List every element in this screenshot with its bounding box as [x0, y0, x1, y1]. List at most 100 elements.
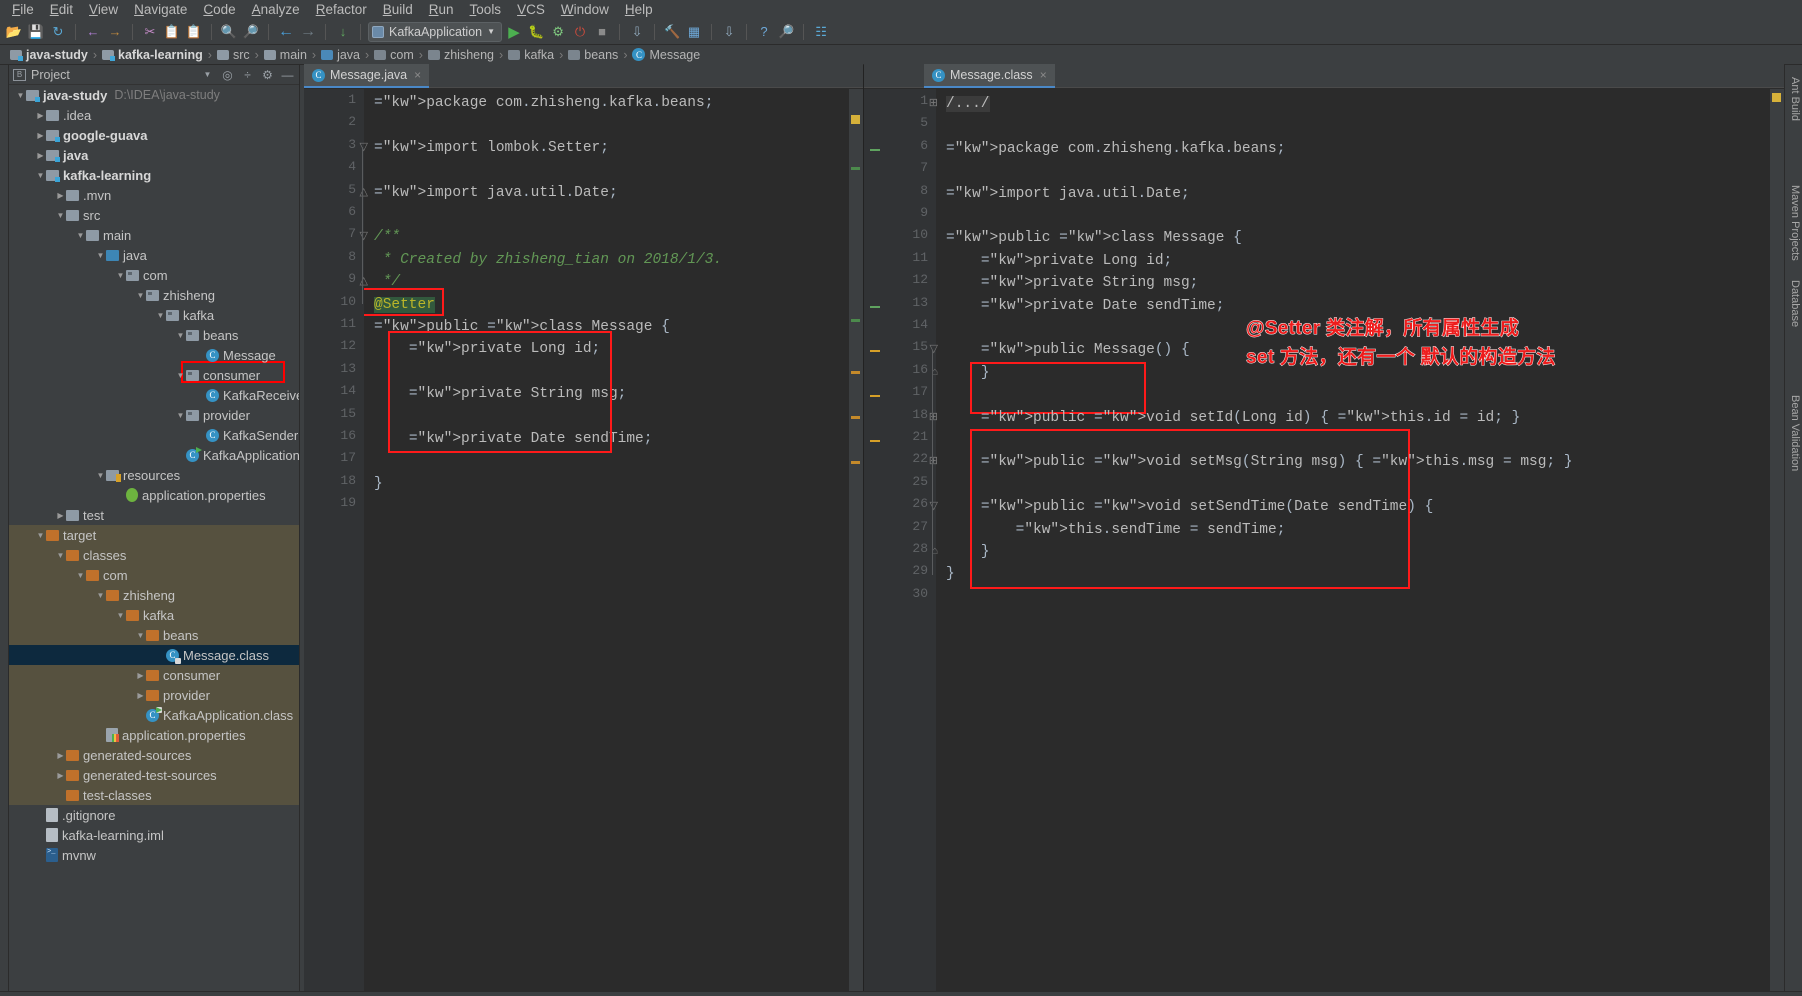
- status-bar[interactable]: Message Message › setSendTime() 54tianzh…: [0, 991, 1802, 996]
- editor-message-class[interactable]: C Message.class × 1567891011121314151617…: [864, 65, 1784, 991]
- breadcrumb-item-beans[interactable]: beans: [564, 48, 622, 62]
- stop-red-icon[interactable]: ⏻: [570, 22, 590, 42]
- chevron-down-icon[interactable]: ▼: [175, 411, 186, 420]
- code-area-right[interactable]: 1567891011121314151617182122252627282930…: [864, 89, 1784, 991]
- tree-item-beans[interactable]: ▼beans: [9, 625, 299, 645]
- tree-item-zhisheng[interactable]: ▼zhisheng: [9, 285, 299, 305]
- settings-icon[interactable]: 🔨: [662, 22, 682, 42]
- close-icon[interactable]: ×: [1040, 68, 1047, 82]
- code-line[interactable]: ="kw">public Message() {: [946, 339, 1190, 361]
- code-line[interactable]: ="kw">public ="kw">void setSendTime(Date…: [946, 496, 1433, 518]
- tree-item-resources[interactable]: ▼resources: [9, 465, 299, 485]
- tree-item--gitignore[interactable]: .gitignore: [9, 805, 299, 825]
- tree-item-kafkaapplication[interactable]: CKafkaApplication: [9, 445, 299, 465]
- breadcrumb-item-com[interactable]: com: [370, 48, 418, 62]
- breadcrumb-item-src[interactable]: src: [213, 48, 254, 62]
- chevron-down-icon[interactable]: ▼: [75, 231, 86, 240]
- left-tool-strip[interactable]: [0, 65, 9, 991]
- back-icon[interactable]: ←: [276, 22, 296, 42]
- menu-item-vcs[interactable]: VCS: [509, 1, 553, 18]
- tool-tab-ant-build[interactable]: Ant Build: [1789, 77, 1801, 121]
- debug-icon[interactable]: 🐛: [526, 22, 546, 42]
- code-line[interactable]: ="kw">package com.zhisheng.kafka.beans;: [374, 92, 713, 114]
- chevron-down-icon[interactable]: ▼: [487, 27, 495, 36]
- locate-icon[interactable]: ◎: [220, 67, 235, 82]
- tool-tab-maven-projects[interactable]: Maven Projects: [1789, 185, 1801, 261]
- tool-tab-database[interactable]: Database: [1789, 280, 1801, 327]
- breadcrumb-item-zhisheng[interactable]: zhisheng: [424, 48, 498, 62]
- copy-icon[interactable]: 📋: [162, 22, 182, 42]
- chevron-right-icon[interactable]: ▶: [35, 151, 46, 160]
- run-icon[interactable]: ▶: [504, 22, 524, 42]
- help-icon[interactable]: ?: [754, 22, 774, 42]
- chevron-down-icon[interactable]: ▼: [95, 251, 106, 260]
- code-line[interactable]: ="kw">private String msg;: [374, 383, 626, 405]
- breadcrumb-item-kafka[interactable]: kafka: [504, 48, 558, 62]
- tree-item--mvn[interactable]: ▶.mvn: [9, 185, 299, 205]
- tree-item-zhisheng[interactable]: ▼zhisheng: [9, 585, 299, 605]
- tree-item-src[interactable]: ▼src: [9, 205, 299, 225]
- tree-item-kafka-learning-iml[interactable]: kafka-learning.iml: [9, 825, 299, 845]
- breadcrumb-item-java-study[interactable]: java-study: [6, 48, 92, 62]
- marker-bar-left[interactable]: [849, 89, 863, 991]
- hide-icon[interactable]: —: [280, 67, 295, 82]
- tree-item--idea[interactable]: ▶.idea: [9, 105, 299, 125]
- tree-item-consumer[interactable]: ▼consumer: [9, 365, 299, 385]
- main-toolbar[interactable]: 📂 💾 ↻ ← → ✂ 📋 📋 🔍 🔎 ← → ↓ KafkaApplicati…: [0, 19, 1802, 45]
- chevron-right-icon[interactable]: ▶: [55, 751, 66, 760]
- code-line[interactable]: ="kw">private Date sendTime;: [946, 295, 1224, 317]
- run-configuration-selector[interactable]: KafkaApplication ▼: [368, 22, 502, 42]
- tree-item-main[interactable]: ▼main: [9, 225, 299, 245]
- tree-item-kafka[interactable]: ▼kafka: [9, 305, 299, 325]
- menu-item-analyze[interactable]: Analyze: [244, 1, 308, 18]
- code-line[interactable]: @Setter: [374, 294, 435, 316]
- chevron-right-icon[interactable]: ▶: [135, 691, 146, 700]
- code-line[interactable]: */: [374, 271, 400, 293]
- tree-item-google-guava[interactable]: ▶google-guava: [9, 125, 299, 145]
- chevron-down-icon[interactable]: ▼: [15, 91, 26, 100]
- tree-item-kafka[interactable]: ▼kafka: [9, 605, 299, 625]
- tree-item-classes[interactable]: ▼classes: [9, 545, 299, 565]
- chevron-down-icon[interactable]: ▼: [135, 291, 146, 300]
- chevron-down-icon[interactable]: ▼: [115, 271, 126, 280]
- paste-icon[interactable]: 📋: [184, 22, 204, 42]
- chevron-right-icon[interactable]: ▶: [55, 771, 66, 780]
- menu-item-code[interactable]: Code: [195, 1, 243, 18]
- tree-item-java[interactable]: ▼java: [9, 245, 299, 265]
- tree-item-generated-test-sources[interactable]: ▶generated-test-sources: [9, 765, 299, 785]
- tree-item-kafkaapplication-class[interactable]: CKafkaApplication.class: [9, 705, 299, 725]
- structure-icon[interactable]: ▦: [684, 22, 704, 42]
- chevron-right-icon[interactable]: ▶: [55, 191, 66, 200]
- tree-item-kafkasender[interactable]: CKafkaSender: [9, 425, 299, 445]
- menu-item-navigate[interactable]: Navigate: [126, 1, 195, 18]
- breadcrumb-item-message[interactable]: CMessage: [628, 48, 704, 62]
- code-line[interactable]: * Created by zhisheng_tian on 2018/1/3.: [374, 249, 722, 271]
- tree-item-kafka-learning[interactable]: ▼kafka-learning: [9, 165, 299, 185]
- chevron-down-icon[interactable]: ▼: [175, 371, 186, 380]
- code-line[interactable]: ="kw">public ="kw">void setMsg(String ms…: [946, 451, 1573, 473]
- menu-item-view[interactable]: View: [81, 1, 126, 18]
- code-line[interactable]: ="kw">import lombok.Setter;: [374, 137, 609, 159]
- menu-item-window[interactable]: Window: [553, 1, 617, 18]
- menu-item-build[interactable]: Build: [375, 1, 421, 18]
- chevron-down-icon[interactable]: ▼: [135, 631, 146, 640]
- chevron-down-icon[interactable]: ▼: [55, 551, 66, 560]
- tree-item-target[interactable]: ▼target: [9, 525, 299, 545]
- marker-bar-right[interactable]: [1770, 89, 1784, 991]
- layout-icon[interactable]: ☷: [811, 22, 831, 42]
- code-text-left[interactable]: ="kw">package com.zhisheng.kafka.beans; =…: [364, 89, 849, 991]
- save-icon[interactable]: 💾: [26, 22, 46, 42]
- compile-icon[interactable]: ↓: [333, 22, 353, 42]
- code-line[interactable]: }: [946, 563, 955, 585]
- editor-tabs-left[interactable]: C Message.java ×: [304, 65, 863, 89]
- chevron-down-icon[interactable]: ▼: [95, 471, 106, 480]
- code-line[interactable]: ="kw">public ="kw">void setId(Long id) {…: [946, 407, 1520, 429]
- code-area-left[interactable]: 12345678910111213141516171819▽△▽△ ="kw">…: [304, 89, 863, 991]
- tool-tab-bean-validation[interactable]: Bean Validation: [1789, 395, 1801, 471]
- tree-item-application-properties[interactable]: application.properties: [9, 485, 299, 505]
- tree-item-com[interactable]: ▼com: [9, 265, 299, 285]
- code-line[interactable]: ="kw">private Long id;: [946, 250, 1172, 272]
- gear-icon[interactable]: ⚙: [260, 67, 275, 82]
- tree-item-beans[interactable]: ▼beans: [9, 325, 299, 345]
- code-line[interactable]: ="kw">public ="kw">class Message {: [374, 316, 670, 338]
